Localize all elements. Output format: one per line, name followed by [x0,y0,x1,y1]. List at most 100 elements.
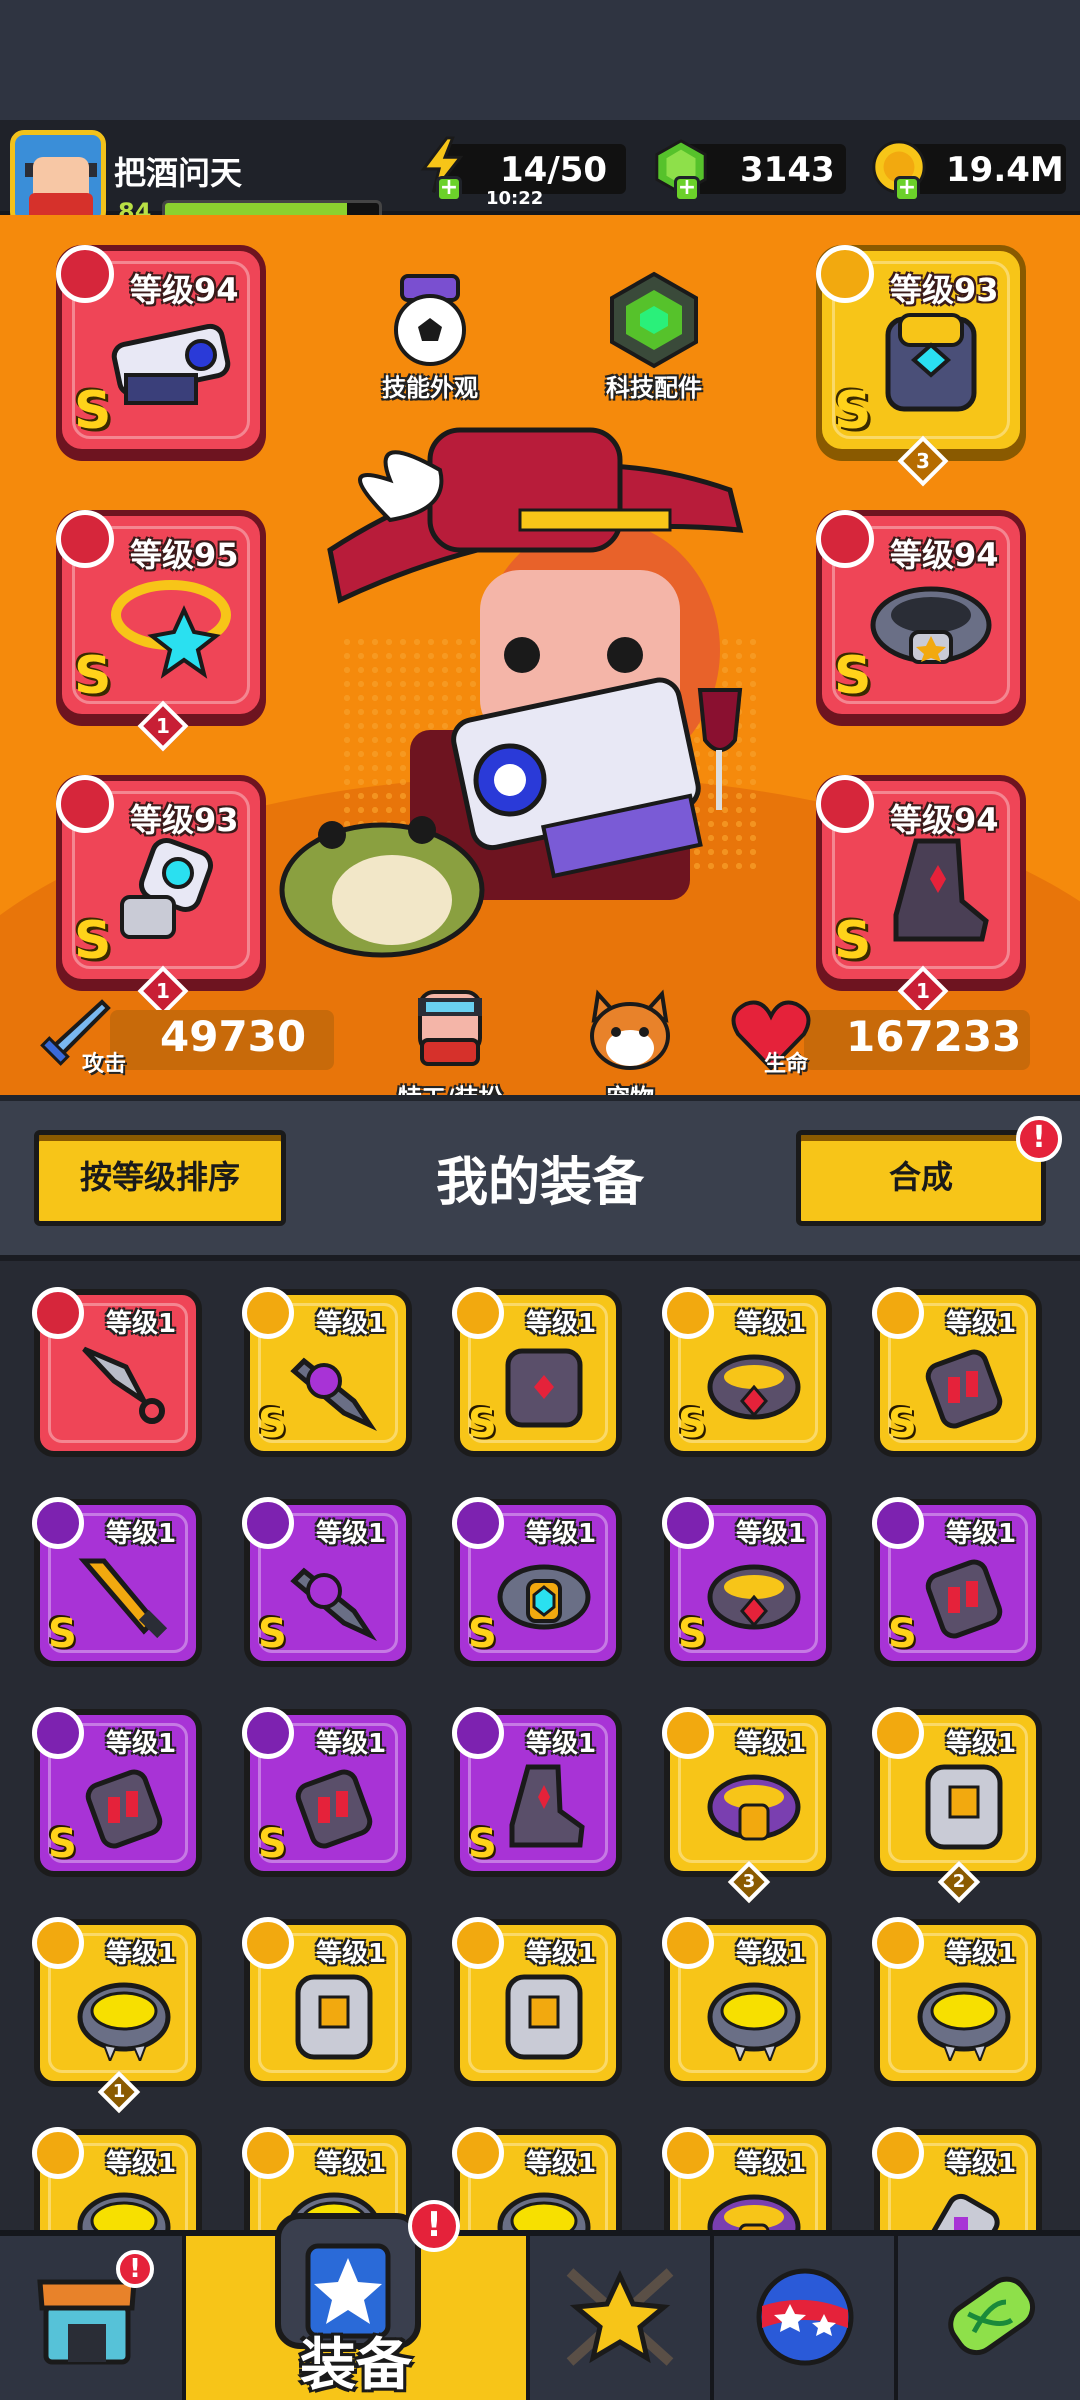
inventory-item[interactable]: 等级1 S [452,1707,622,1877]
agent-outfit-button[interactable]: 特工/装扮 [390,980,510,1113]
item-level: 等级1 [946,1729,1017,1759]
attack-value: 49730 [160,1012,307,1061]
item-level: 等级1 [106,1729,177,1759]
slot-grade: S [834,911,872,971]
sort-by-level-button[interactable]: 按等级排序 [34,1130,286,1226]
item-type-icon [242,1917,294,1969]
gloves-type-icon [56,775,114,833]
merge-button[interactable]: 合成 [796,1130,1046,1226]
item-level: 等级1 [736,1309,807,1339]
inventory-item[interactable]: 等级1 [452,2127,622,2230]
slot-grade: S [74,381,112,441]
inventory-item[interactable]: 等级1 S [452,1287,622,1457]
spiked-collar-icon [917,1982,1011,2061]
dark-belt-icon [707,1564,801,1630]
nav-world[interactable] [714,2236,894,2400]
item-grade: S [258,1611,287,1657]
equip-slot-belt[interactable]: 等级94 S [816,510,1026,720]
inventory-item[interactable]: 等级1 S [32,1707,202,1877]
item-type-icon [242,1287,294,1339]
player-name: 把酒问天 [114,154,243,192]
dark-gauntlet-icon [85,1769,163,1849]
inventory-item[interactable]: 等级1 [872,2127,1042,2230]
hp-value: 167233 [846,1012,1022,1061]
item-level: 等级1 [106,1519,177,1549]
equip-slot-necklace[interactable]: 等级95 S 1 [56,510,266,752]
inventory-item[interactable]: 等级1 S [662,1287,832,1457]
inventory-item[interactable]: 等级1 [872,1917,1042,2087]
equip-slot-weapon[interactable]: 等级94 S [56,245,266,455]
equip-slot-gloves[interactable]: 等级93 S 1 [56,775,266,1017]
dark-belt-icon [707,1354,801,1420]
nav-lab[interactable] [898,2236,1080,2400]
item-type-icon [662,1497,714,1549]
slot-grade: S [74,646,112,706]
gold-value: 19.4M [946,150,1064,190]
tech-hexagon-icon [610,271,698,369]
mech-armor-icon [885,313,977,412]
inventory-item[interactable]: 等级1 [452,1917,622,2087]
weapon-type-icon [56,245,114,303]
item-level: 等级1 [946,2149,1017,2179]
equip-slot-armor[interactable]: 等级93 S 3 [816,245,1026,487]
add-energy-icon[interactable]: + [436,176,462,202]
add-gems-icon[interactable]: + [674,176,700,202]
item-type-icon [32,1287,84,1339]
agent-head-icon [418,990,482,1066]
item-type-icon [32,1707,84,1759]
inventory-item[interactable]: 等级1 S [662,1497,832,1667]
inventory-item[interactable]: 等级1 [32,2127,202,2230]
steel-armor-icon [295,1974,373,2060]
steel-armor-icon [925,1764,1003,1850]
inventory-item[interactable]: 等级1 [32,1287,202,1457]
attack-label: 攻击 [82,1052,127,1077]
item-grade: S [258,1821,287,1867]
inventory-item[interactable]: 等级1 [662,2127,832,2230]
nav-battle[interactable] [530,2236,710,2400]
planet-icon [756,2268,854,2366]
slot-level: 等级94 [890,536,999,574]
spiked-collar-icon [77,2192,171,2230]
item-level: 等级1 [736,1939,807,1969]
skill-skin-label: 技能外观 [382,374,478,402]
inventory-item[interactable]: 等级1 2 [872,1707,1042,1904]
inventory-item[interactable]: 等级1 S [242,1497,412,1667]
inventory-item[interactable]: 等级1 S [32,1497,202,1667]
inventory-item[interactable]: 等级1 S [452,1497,622,1667]
item-level: 等级1 [946,1309,1017,1339]
equipment-title: 我的装备 [435,1153,644,1213]
item-level: 等级1 [526,1309,597,1339]
tech-parts-button[interactable]: 科技配件 [594,270,714,403]
skill-skin-button[interactable]: 技能外观 [370,270,490,403]
player-avatar[interactable] [10,130,106,226]
frog-pet [279,816,485,958]
inventory-item[interactable]: 等级1 S [872,1497,1042,1667]
item-type-icon [872,1287,924,1339]
inventory-item[interactable]: 等级1 [242,1917,412,2087]
inventory-item[interactable]: 等级1 [662,1917,832,2087]
item-count: 2 [937,1860,981,1904]
nav-shop[interactable]: ! [0,2236,182,2400]
item-grade: S [48,1611,77,1657]
item-type-icon [452,2127,504,2179]
item-grade: S [468,1611,497,1657]
equipment-grid: 等级1 等级1 S 等级1 S 等级1 S 等级1 S 等级1 S 等级1 S 等级1 S 等级1 S 等级1 S 等… [0,1255,1080,2230]
inventory-item[interactable]: 等级1 S [242,1287,412,1457]
inventory-item[interactable]: 等级1 S [872,1287,1042,1457]
gem-value: 3143 [740,150,835,190]
item-grade: S [678,1611,707,1657]
inventory-item[interactable]: 等级1 S [242,1707,412,1877]
inventory-item[interactable]: 等级1 3 [662,1707,832,1904]
item-type-icon [242,2127,294,2179]
item-type-icon [32,1497,84,1549]
star-swords-icon [566,2268,674,2366]
star-necklace-icon [111,580,231,679]
inventory-item[interactable]: 等级1 1 [32,1917,202,2114]
item-type-icon [872,1497,924,1549]
pet-button[interactable]: 宠物 [570,980,690,1113]
add-gold-icon[interactable]: + [894,176,920,202]
slot-level: 等级95 [130,536,239,574]
item-grade: S [888,1611,917,1657]
dark-gauntlet-icon [295,1769,373,1849]
equip-slot-boots[interactable]: 等级94 S 1 [816,775,1026,1017]
